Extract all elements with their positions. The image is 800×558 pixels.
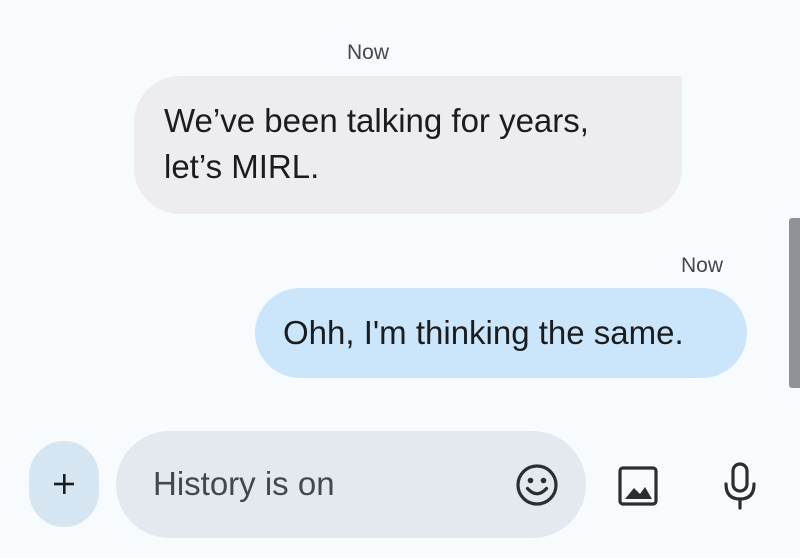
plus-icon [54, 474, 74, 494]
microphone-icon [724, 462, 756, 510]
received-message-bubble[interactable]: We’ve been talking for years, let’s MIRL… [134, 76, 682, 214]
message-text-line: We’ve been talking for years, [164, 102, 589, 139]
message-timestamp: Now [680, 254, 723, 277]
message-text: Ohh, I'm thinking the same. [283, 314, 684, 351]
compose-field [116, 431, 586, 538]
emoji-icon [516, 464, 558, 506]
scrollbar[interactable] [789, 218, 800, 388]
emoji-button[interactable] [513, 461, 561, 509]
image-icon [618, 466, 658, 506]
voice-message-button[interactable] [716, 460, 764, 512]
conversation-screen: Now We’ve been talking for years, let’s … [0, 0, 800, 558]
sent-message-bubble[interactable]: Ohh, I'm thinking the same. [255, 288, 747, 378]
message-input[interactable] [153, 461, 483, 507]
message-timestamp: Now [347, 41, 390, 64]
message-text-line: let’s MIRL. [164, 148, 320, 185]
gallery-button[interactable] [614, 462, 662, 510]
add-attachment-button[interactable] [29, 441, 99, 527]
